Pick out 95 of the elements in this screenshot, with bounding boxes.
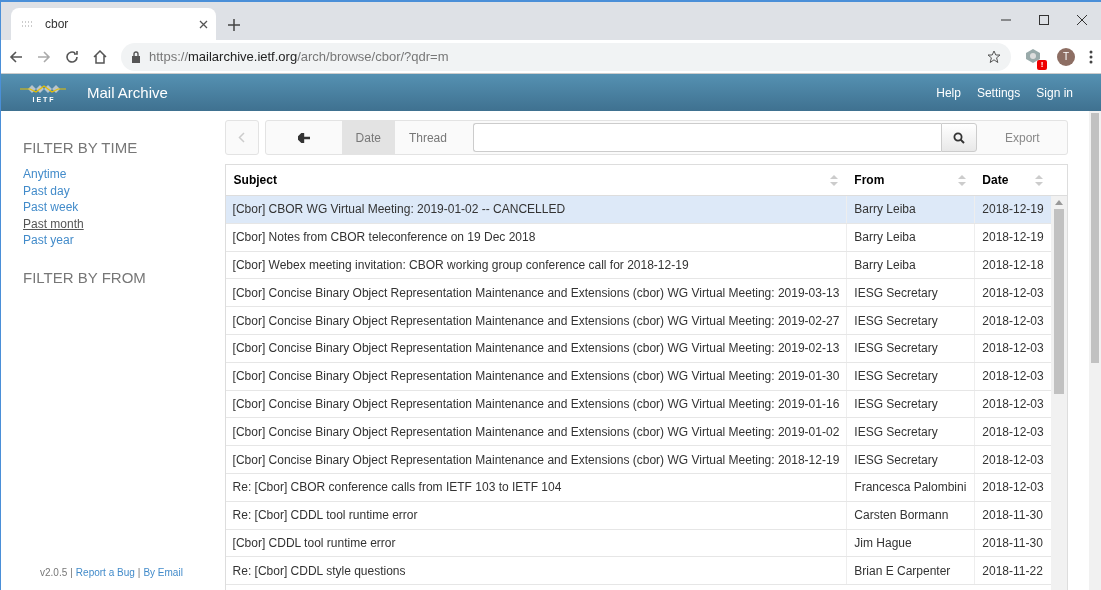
- nav-link[interactable]: Settings: [976, 85, 1021, 100]
- tab-title: cbor: [45, 17, 70, 31]
- time-filter-link[interactable]: Anytime: [23, 166, 67, 183]
- subject-cell-text: [Cbor] CDDL tool runtime error: [231, 534, 397, 552]
- subject-cell-text: [Cbor] Concise Binary Object Representation Maintenance and Extensions (cbor) WG Virtual Meeting: 2018-12-19: [231, 451, 841, 469]
- reload-icon[interactable]: [65, 49, 79, 64]
- time-filter-link[interactable]: Past month: [23, 215, 84, 232]
- message-row[interactable]: [Cbor] Concise Binary Object Representation Maintenance and Extensions (cbor) WG Virtual Meeting: 2019-02-27 IESG Secretary 2018-12-03: [225, 307, 1052, 335]
- separator: |: [137, 567, 141, 578]
- subject-cell-text: [Cbor] Concise Binary Object Representation Maintenance and Extensions (cbor) WG Virtual Meeting: 2019-02-13: [231, 340, 841, 358]
- filter-heading: FILTER BY FROM: [23, 268, 147, 286]
- message-row[interactable]: [Cbor] Concise Binary Object Representation Maintenance and Extensions (cbor) WG Virtual Meeting: 2019-01-02 IESG Secretary 2018-12-03: [225, 418, 1052, 447]
- sort-icon: [1035, 174, 1044, 186]
- subject-cell-text: [Cbor] Notes from CBOR teleconference on 19 Dec 2018: [231, 229, 537, 247]
- time-filter-link[interactable]: Past year: [23, 232, 74, 249]
- message-row[interactable]: [Cbor] Concise Binary Object Representation Maintenance and Extensions (cbor) WG Virtual Meeting: 2019-02-13 IESG Secretary 2018-12-03: [225, 335, 1052, 363]
- message-row[interactable]: [Cbor] Notes from CBOR teleconference on 19 Dec 2018 Barry Leiba 2018-12-19: [225, 223, 1052, 252]
- subject-cell-text: [Cbor] Concise Binary Object Representation Maintenance and Extensions (cbor) WG Virtual Meeting: 2019-02-27: [231, 312, 841, 330]
- arrow-left-icon: [297, 132, 310, 143]
- search-button[interactable]: [941, 123, 978, 152]
- view-tab[interactable]: Date: [341, 121, 395, 154]
- message-row[interactable]: [Cbor] Concise Binary Object Representation Maintenance and Extensions (cbor) WG Virtual Meeting: 2019-01-30 IESG Secretary 2018-12-03: [225, 362, 1052, 391]
- version-text: v2.0.5: [40, 567, 68, 578]
- extension-icon[interactable]: [1025, 47, 1041, 64]
- forward-icon[interactable]: [37, 49, 51, 64]
- column-header[interactable]: Subject: [225, 165, 847, 195]
- from-cell: Barry Leiba: [846, 251, 975, 279]
- favicon-icon: [21, 20, 35, 28]
- message-row[interactable]: [Cbor] Concise Binary Object Representation Maintenance and Extensions (cbor) WG Virtual Meeting: 2019-01-16 IESG Secretary 2018-12-03: [225, 390, 1052, 419]
- message-row[interactable]: [Cbor] CBOR WG Virtual Meeting: 2019-01-02 -- CANCELLED Barry Leiba 2018-12-19: [225, 196, 1052, 224]
- subject-cell-text: [Cbor] Concise Binary Object Representation Maintenance and Extensions (cbor) WG Virtual Meeting: 2019-01-02: [231, 423, 841, 441]
- sort-icon: [958, 174, 967, 186]
- from-cell: IESG Secretary: [846, 335, 975, 362]
- message-row[interactable]: [Cbor] Webex meeting invitation: CBOR working group conference call for 2018-12-19 Barry Leiba 2018-12-18: [225, 251, 1052, 280]
- from-cell: Barry Leiba: [846, 223, 975, 251]
- message-row[interactable]: Re: [Cbor] CDDL tool runtime error Carsten Bormann 2018-11-30: [225, 501, 1052, 530]
- app-title: Mail Archive: [87, 84, 169, 101]
- subject-cell-text: Re: [Cbor] CDDL tool runtime error: [231, 507, 419, 525]
- from-cell: IESG Secretary: [846, 418, 975, 446]
- message-row[interactable]: [Cbor] CDDL tool runtime error Jim Hague 2018-11-30: [225, 529, 1052, 558]
- new-tab-icon[interactable]: [228, 19, 240, 31]
- column-header[interactable]: Date: [974, 165, 1052, 195]
- extension-badge: !: [1037, 59, 1047, 70]
- home-icon[interactable]: [93, 49, 107, 64]
- filter-heading: FILTER BY TIME: [23, 139, 139, 156]
- address-bar[interactable]: https://mailarchive.ietf.org/arch/browse/cbor/?qdr=m: [121, 42, 1011, 71]
- subject-cell-text: [Cbor] Concise Binary Object Representation Maintenance and Extensions (cbor) WG Virtual Meeting: 2019-03-13: [231, 284, 841, 302]
- message-row[interactable]: Re: [Cbor] CBOR conference calls from IETF 103 to IETF 104 Francesca Palombini 2018-12-03: [225, 473, 1052, 502]
- message-row[interactable]: [Cbor] Concise Binary Object Representation Maintenance and Extensions (cbor) WG Virtual Meeting: 2019-03-13 IESG Secretary 2018-12-03: [225, 279, 1052, 308]
- from-cell: Barry Leiba: [846, 196, 975, 223]
- menu-icon[interactable]: [1089, 49, 1093, 64]
- footer-link[interactable]: By Email: [143, 567, 183, 578]
- subject-cell-text: [Cbor] CBOR WG Virtual Meeting: 2019-01-02 -- CANCELLED: [231, 201, 567, 219]
- scroll-thumb[interactable]: [1054, 209, 1065, 394]
- page-scroll-thumb[interactable]: [1091, 113, 1100, 363]
- view-tab[interactable]: Thread: [394, 121, 461, 154]
- from-cell: Francesca Palombini: [846, 473, 975, 501]
- subject-cell-text: [Cbor] Webex meeting invitation: CBOR working group conference call for 2018-12-19: [231, 257, 690, 274]
- message-row[interactable]: [Cbor] Concise Binary Object Representation Maintenance and Extensions (cbor) WG Virtual Meeting: 2018-12-19 IESG Secretary 2018-12-03: [225, 446, 1052, 474]
- from-cell: IESG Secretary: [846, 362, 975, 390]
- nav-link[interactable]: Help: [936, 85, 961, 100]
- nav-link[interactable]: Sign in: [1036, 85, 1073, 100]
- star-icon[interactable]: [987, 49, 1001, 64]
- time-filter-link[interactable]: Past week: [23, 199, 79, 216]
- column-header[interactable]: From: [846, 165, 975, 195]
- logo-icon: [18, 82, 68, 96]
- browser-tab[interactable]: cbor: [11, 8, 216, 40]
- from-cell: Jim Hague: [846, 529, 975, 557]
- from-cell: Brian E Carpenter: [846, 557, 975, 585]
- subject-cell-text: Re: [Cbor] CBOR conference calls from IETF 103 to IETF 104: [231, 479, 563, 497]
- from-cell: IESG Secretary: [846, 446, 975, 473]
- url-text: https://mailarchive.ietf.org/arch/browse/cbor/?qdr=m: [149, 49, 450, 64]
- back-icon[interactable]: [9, 49, 23, 64]
- subject-cell-text: [Cbor] Concise Binary Object Representation Maintenance and Extensions (cbor) WG Virtual Meeting: 2019-01-30: [231, 368, 841, 386]
- message-row[interactable]: Re: [Cbor] CDDL style questions Brian E Carpenter 2018-11-22: [225, 557, 1052, 586]
- page-scrollbar[interactable]: [1089, 111, 1101, 590]
- separator: |: [70, 567, 73, 578]
- scrollbar[interactable]: [1051, 196, 1068, 590]
- subject-cell-text: Re: [Cbor] CDDL style questions: [231, 562, 407, 580]
- export-button[interactable]: Export: [977, 121, 1068, 154]
- chevron-left-icon: [238, 132, 246, 143]
- close-icon[interactable]: [199, 19, 208, 29]
- from-cell: IESG Secretary: [846, 390, 975, 418]
- footer-link[interactable]: Report a Bug: [75, 567, 135, 578]
- scroll-up-icon[interactable]: [1055, 200, 1064, 205]
- from-cell: IESG Secretary: [846, 279, 975, 307]
- from-cell: Carsten Bormann: [846, 501, 975, 529]
- lock-icon: [131, 50, 141, 63]
- time-filter-link[interactable]: Past day: [23, 182, 70, 199]
- profile-avatar[interactable]: T: [1057, 47, 1075, 66]
- search-icon: [953, 131, 966, 144]
- subject-cell-text: [Cbor] Concise Binary Object Representation Maintenance and Extensions (cbor) WG Virtual Meeting: 2019-01-16: [231, 395, 841, 413]
- from-cell: IESG Secretary: [846, 307, 975, 334]
- sort-icon: [830, 174, 839, 186]
- search-field[interactable]: [472, 123, 942, 152]
